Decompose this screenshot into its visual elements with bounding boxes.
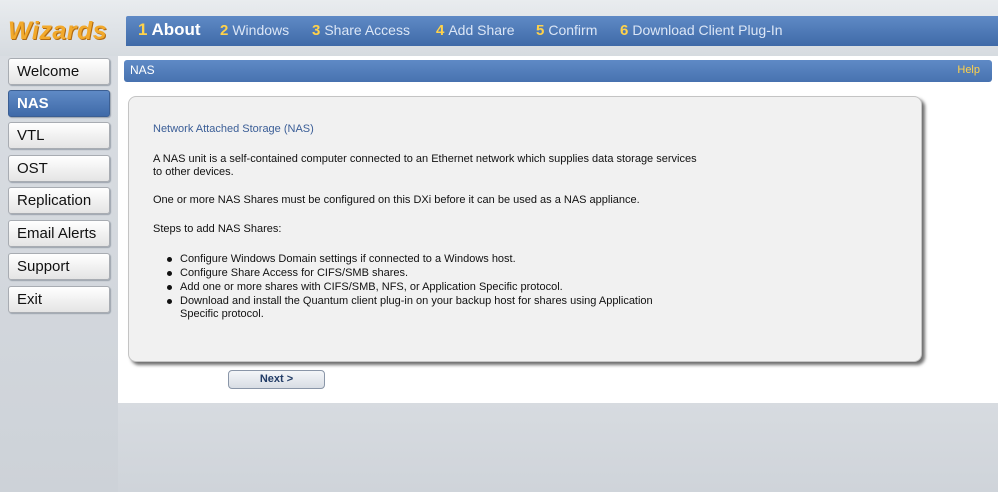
step-number: 6 (620, 22, 629, 39)
info-card: Network Attached Storage (NAS) A NAS uni… (128, 96, 922, 362)
panel-header: NAS Help (124, 60, 992, 82)
step-label: About (151, 20, 201, 39)
list-item-text: Configure Windows Domain settings if con… (180, 253, 516, 265)
step-windows[interactable]: 2 Windows (220, 22, 289, 40)
step-number: 3 (312, 22, 321, 39)
requirement-paragraph: One or more NAS Shares must be configure… (153, 194, 640, 206)
wizard-steps-bar: 1 About 2 Windows 3 Share Access 4 Add Share… (126, 16, 998, 46)
list-item: Download and install the Quantum client … (165, 295, 653, 321)
step-about[interactable]: 1 About (138, 20, 201, 40)
bullet-icon (167, 299, 172, 304)
sidebar-item-nas[interactable]: NAS (8, 90, 110, 117)
description-line: to other devices. (153, 166, 234, 178)
step-label: Share Access (324, 22, 410, 38)
step-label: Download Client Plug-In (632, 22, 783, 38)
wizards-title: Wizards (8, 17, 108, 45)
list-item: Configure Windows Domain settings if con… (165, 253, 653, 266)
sidebar-item-replication[interactable]: Replication (8, 187, 110, 214)
list-item-text: Download and install the Quantum client … (180, 295, 653, 307)
step-number: 1 (138, 20, 148, 39)
sidebar-item-email-alerts[interactable]: Email Alerts (8, 220, 110, 247)
page-footer-area (118, 403, 998, 492)
sidebar-item-support[interactable]: Support (8, 253, 110, 280)
help-link[interactable]: Help (957, 64, 980, 76)
list-item-text: Specific protocol. (180, 308, 264, 320)
step-number: 4 (436, 22, 445, 39)
list-item: Add one or more shares with CIFS/SMB, NF… (165, 281, 653, 294)
step-number: 5 (536, 22, 545, 39)
card-heading: Network Attached Storage (NAS) (153, 123, 314, 135)
step-download-client-plugin[interactable]: 6 Download Client Plug-In (620, 22, 783, 40)
step-label: Add Share (448, 22, 515, 38)
sidebar-item-welcome[interactable]: Welcome (8, 58, 110, 85)
description-paragraph: A NAS unit is a self-contained computer … (153, 153, 697, 179)
main-content: NAS Help Network Attached Storage (NAS) … (118, 56, 998, 403)
step-confirm[interactable]: 5 Confirm (536, 22, 597, 40)
step-share-access[interactable]: 3 Share Access (312, 22, 410, 40)
list-item: Configure Share Access for CIFS/SMB shar… (165, 267, 653, 280)
wizard-header: Wizards 1 About 2 Windows 3 Share Access 4A… (0, 0, 998, 56)
bullet-icon (167, 257, 172, 262)
step-number: 2 (220, 22, 229, 39)
step-add-share[interactable]: 4 Add Share (436, 22, 515, 40)
sidebar-item-vtl[interactable]: VTL (8, 122, 110, 149)
list-item-text: Configure Share Access for CIFS/SMB shar… (180, 267, 409, 279)
step-label: Confirm (548, 22, 598, 38)
description-line: A NAS unit is a self-contained computer … (153, 153, 697, 165)
bullet-icon (167, 285, 172, 290)
bullet-icon (167, 271, 172, 276)
panel-title: NAS (130, 63, 155, 77)
sidebar-item-ost[interactable]: OST (8, 155, 110, 182)
next-button[interactable]: Next > (228, 370, 325, 389)
step-label: Windows (232, 22, 290, 38)
steps-title: Steps to add NAS Shares: (153, 223, 282, 235)
steps-list: Configure Windows Domain settings if con… (165, 253, 653, 322)
list-item-text: Add one or more shares with CIFS/SMB, NF… (180, 281, 563, 293)
sidebar-item-exit[interactable]: Exit (8, 286, 110, 313)
